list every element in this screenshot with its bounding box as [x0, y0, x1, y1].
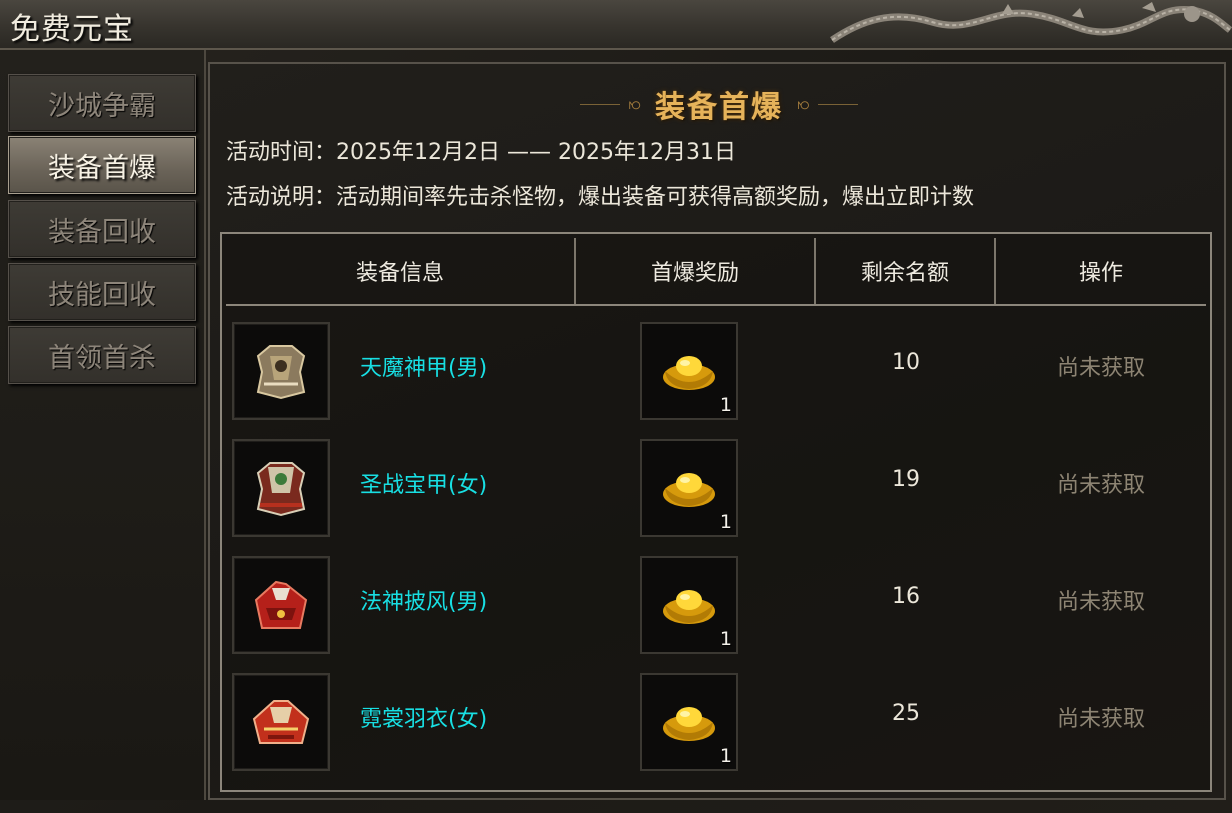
- table-row: 法神披风(男) 1 16 尚未获取: [226, 544, 1206, 654]
- item-name[interactable]: 法神披风(男): [360, 584, 487, 616]
- table-row: 霓裳羽衣(女) 1 25 尚未获取: [226, 661, 1206, 771]
- remaining-count: 10: [892, 350, 920, 375]
- claim-status[interactable]: 尚未获取: [996, 467, 1206, 499]
- gold-ingot-icon: [663, 356, 715, 390]
- table-row: 天魔神甲(男) 1 10 尚未获取: [226, 310, 1206, 420]
- divider: [580, 103, 621, 105]
- reward-count: 1: [719, 745, 732, 767]
- table-header: 装备信息 首爆奖励 剩余名额 操作: [226, 238, 1206, 306]
- header-remaining-slots: 剩余名额: [816, 238, 996, 304]
- cloak-icon[interactable]: [232, 556, 330, 654]
- armor-icon[interactable]: [232, 322, 330, 420]
- reward-count: 1: [719, 394, 732, 416]
- reward-slot[interactable]: 1: [640, 439, 738, 537]
- event-description: 活动说明：活动期间率先击杀怪物，爆出装备可获得高额奖励，爆出立即计数: [226, 185, 975, 210]
- reward-slot[interactable]: 1: [640, 322, 738, 420]
- scroll-ornament-icon: ꩯ: [628, 92, 641, 114]
- reward-slot[interactable]: 1: [640, 556, 738, 654]
- reward-count: 1: [719, 511, 732, 533]
- reward-slot[interactable]: 1: [640, 673, 738, 771]
- reward-count: 1: [719, 628, 732, 650]
- robe-icon: [252, 700, 310, 744]
- sidebar-item-boss-first-kill[interactable]: 首领首杀: [8, 326, 196, 384]
- remaining-count: 25: [892, 701, 920, 726]
- dragon-ornament-icon: [830, 2, 1232, 43]
- sidebar-item-equipment-recycle[interactable]: 装备回收: [8, 200, 196, 258]
- remaining-count: 19: [892, 467, 920, 492]
- gold-ingot-icon: [663, 707, 715, 741]
- window-title: 免费元宝: [10, 12, 134, 47]
- section-title: 装备首爆: [655, 90, 783, 125]
- remaining-count: 16: [892, 584, 920, 609]
- gold-ingot-icon: [663, 590, 715, 624]
- claim-status[interactable]: 尚未获取: [996, 584, 1206, 616]
- claim-status[interactable]: 尚未获取: [996, 701, 1206, 733]
- title-bar: 免费元宝: [0, 0, 1232, 50]
- armor-icon: [256, 462, 306, 517]
- item-name[interactable]: 天魔神甲(男): [360, 350, 487, 382]
- scroll-ornament-icon: ꩯ: [797, 92, 810, 114]
- header-action: 操作: [1078, 261, 1123, 286]
- gold-ingot-icon: [663, 473, 715, 507]
- cloak-icon: [254, 580, 308, 629]
- armor-icon[interactable]: [232, 439, 330, 537]
- section-header: ꩯ 装备首爆 ꩯ: [210, 82, 1228, 126]
- sidebar-item-equipment-first-drop[interactable]: 装备首爆: [8, 136, 196, 194]
- armor-icon: [256, 345, 306, 400]
- item-name[interactable]: 圣战宝甲(女): [360, 467, 487, 499]
- divider: [817, 103, 858, 105]
- sidebar: 沙城争霸 装备首爆 装备回收 技能回收 首领首杀: [0, 50, 206, 800]
- claim-status[interactable]: 尚未获取: [996, 350, 1206, 382]
- header-first-drop-reward: 首爆奖励: [576, 238, 816, 304]
- header-equipment-info: 装备信息: [226, 238, 576, 304]
- sidebar-item-sand-city[interactable]: 沙城争霸: [8, 74, 196, 132]
- item-name[interactable]: 霓裳羽衣(女): [360, 701, 487, 733]
- event-time: 活动时间：2025年12月2日 —— 2025年12月31日: [226, 140, 736, 165]
- main-panel: ꩯ 装备首爆 ꩯ 活动时间：2025年12月2日 —— 2025年12月31日 …: [208, 62, 1226, 800]
- sidebar-item-skill-recycle[interactable]: 技能回收: [8, 263, 196, 321]
- first-drop-table: 装备信息 首爆奖励 剩余名额 操作 天魔神甲(男) 1 10 尚未获取 圣战宝甲…: [220, 232, 1212, 792]
- table-row: 圣战宝甲(女) 1 19 尚未获取: [226, 427, 1206, 537]
- robe-icon[interactable]: [232, 673, 330, 771]
